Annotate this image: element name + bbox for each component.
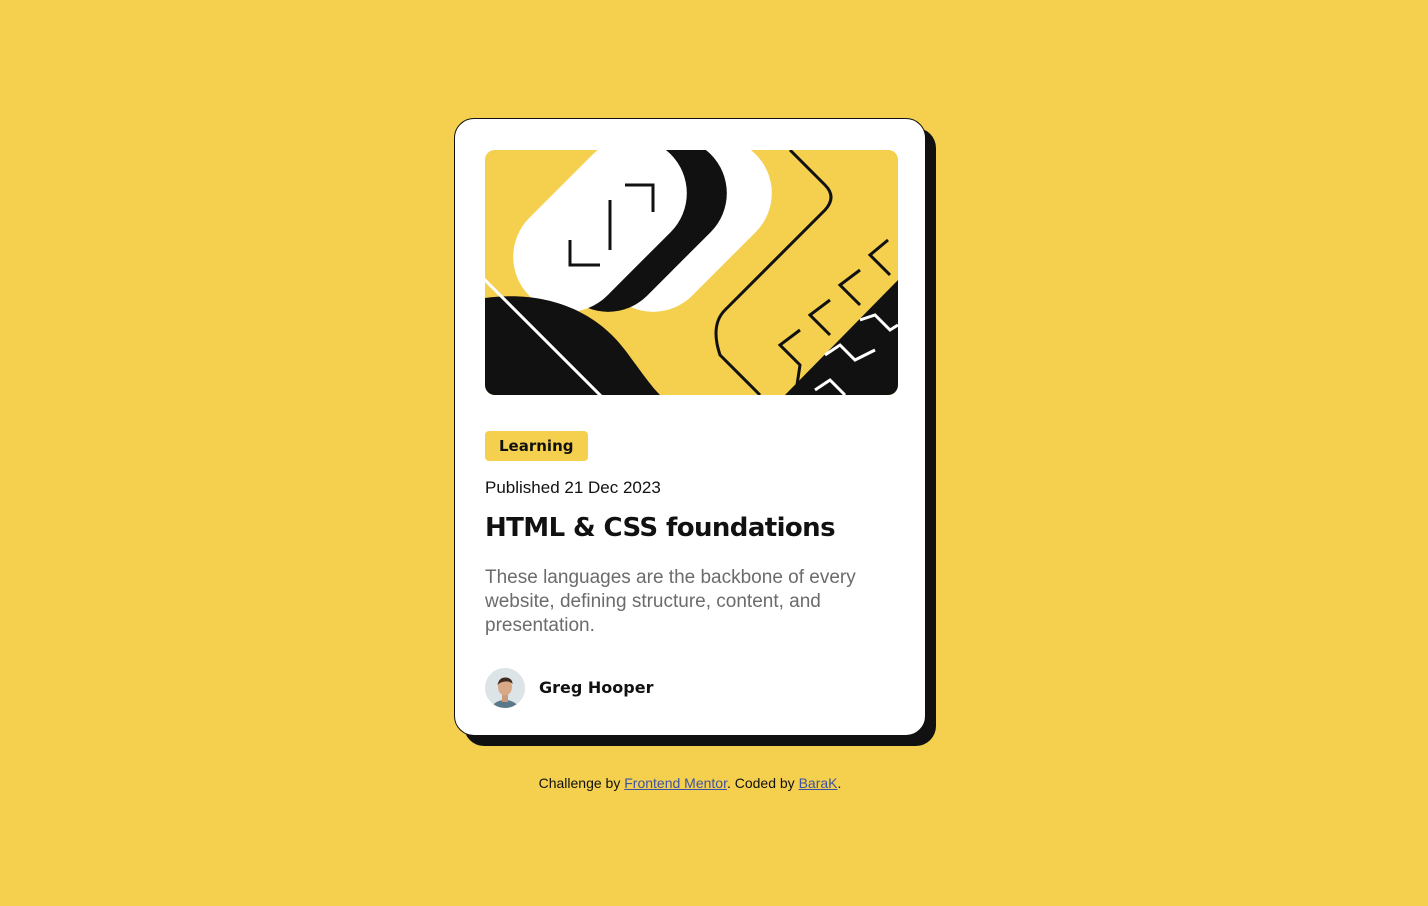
category-tag: Learning	[485, 431, 588, 461]
author-avatar-icon	[485, 667, 525, 708]
frontend-mentor-link[interactable]: Frontend Mentor	[624, 775, 727, 791]
attribution-middle: . Coded by	[726, 775, 799, 791]
author-name: Greg Hooper	[539, 678, 654, 697]
author-info: Greg Hooper	[485, 667, 653, 708]
card-illustration	[485, 150, 898, 395]
attribution-suffix: .	[837, 775, 842, 791]
card-title[interactable]: HTML & CSS foundations	[485, 513, 836, 543]
attribution-footer: Challenge by Frontend Mentor. Coded by B…	[0, 775, 1380, 791]
abstract-illustration-icon	[485, 150, 898, 395]
card-description: These languages are the backbone of ever…	[485, 567, 856, 636]
attribution-prefix: Challenge by	[538, 775, 625, 791]
publish-date: Published 21 Dec 2023	[485, 478, 661, 497]
blog-preview-card: Learning Published 21 Dec 2023 HTML & CS…	[454, 118, 926, 736]
author-link[interactable]: BaraK	[799, 775, 838, 791]
